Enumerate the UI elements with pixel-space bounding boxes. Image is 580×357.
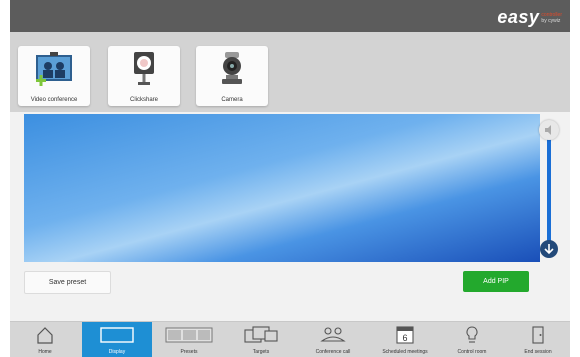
nav-item-home[interactable]: Home — [10, 322, 80, 357]
nav-label: Presets — [180, 349, 198, 355]
nav-item-display[interactable]: Display — [82, 322, 152, 357]
camera-icon — [222, 52, 242, 84]
lightbulb-icon — [466, 326, 478, 343]
nav-label: Conference call — [315, 349, 351, 355]
sources-bar: Video conference Clickshare Camera — [10, 32, 570, 112]
targets-icon — [244, 326, 278, 343]
source-clickshare[interactable]: Clickshare — [108, 46, 180, 106]
volume-icon[interactable] — [539, 120, 559, 140]
nav-label: End session — [524, 349, 552, 355]
video-conference-icon — [36, 52, 72, 86]
top-bar: easy controller by cywiz — [10, 0, 570, 32]
volume-slider[interactable] — [547, 128, 551, 244]
door-icon — [532, 326, 544, 344]
presets-icon — [165, 327, 213, 343]
volume-slider-handle[interactable] — [540, 240, 558, 258]
nav-label: Scheduled meetings — [382, 349, 428, 355]
nav-item-scheduled-meetings[interactable]: 6 Scheduled meetings — [370, 322, 440, 357]
nav-item-targets[interactable]: Targets — [226, 322, 296, 357]
source-camera[interactable]: Camera — [196, 46, 268, 106]
nav-item-end-session[interactable]: End session — [506, 322, 570, 357]
brand-logo: easy controller by cywiz — [497, 5, 562, 27]
nav-label: Display — [108, 349, 126, 355]
nav-label: Home — [38, 349, 52, 355]
add-pip-button[interactable]: Add PIP — [463, 271, 529, 292]
nav-item-control-room[interactable]: Control room — [442, 322, 502, 357]
clickshare-icon — [134, 52, 154, 85]
save-preset-button[interactable]: Save preset — [24, 271, 111, 294]
calendar-badge: 6 — [402, 333, 407, 343]
source-video-conference[interactable]: Video conference — [18, 46, 90, 106]
nav-label: Targets — [252, 349, 270, 355]
calendar-icon: 6 — [396, 326, 414, 344]
nav-label: Control room — [457, 349, 487, 355]
bottom-nav: Home Display Presets Targets Conference … — [10, 321, 570, 357]
nav-item-presets[interactable]: Presets — [154, 322, 224, 357]
conference-call-icon — [320, 327, 346, 342]
brand-name: easy — [497, 7, 540, 27]
nav-item-conference-call[interactable]: Conference call — [298, 322, 368, 357]
display-canvas[interactable] — [24, 114, 540, 262]
source-label: Camera — [221, 97, 243, 103]
home-icon — [37, 327, 53, 344]
display-icon — [100, 327, 134, 343]
arrow-down-icon — [544, 244, 554, 255]
source-label: Video conference — [30, 97, 78, 103]
source-label: Clickshare — [129, 97, 158, 103]
app-frame: easy controller by cywiz Video conferenc… — [10, 0, 570, 357]
speaker-icon — [545, 125, 551, 135]
brand-tagline: controller by cywiz — [541, 12, 562, 24]
